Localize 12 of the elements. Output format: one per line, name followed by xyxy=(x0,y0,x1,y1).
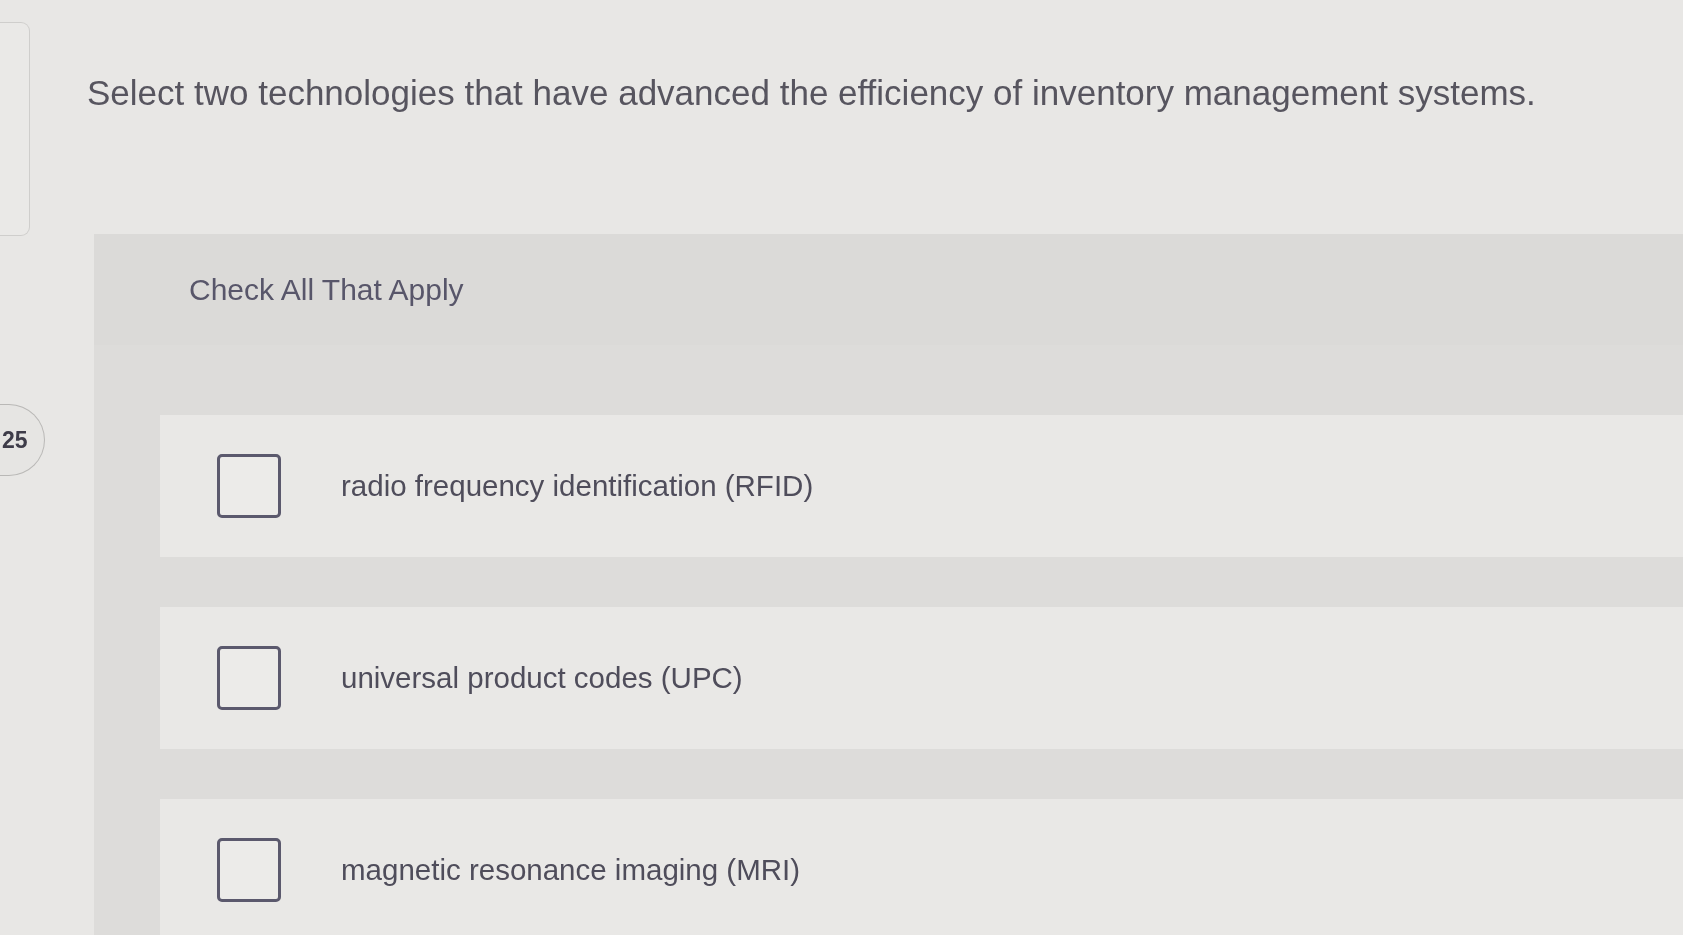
checkbox[interactable] xyxy=(217,838,281,902)
question-number-badge[interactable]: 25 xyxy=(0,404,45,476)
instructions-text: Check All That Apply xyxy=(189,273,464,306)
checkbox[interactable] xyxy=(217,646,281,710)
checkbox[interactable] xyxy=(217,454,281,518)
option-label: universal product codes (UPC) xyxy=(341,660,743,696)
answer-option[interactable]: magnetic resonance imaging (MRI) xyxy=(160,799,1683,935)
option-label: magnetic resonance imaging (MRI) xyxy=(341,852,801,888)
question-text: Select two technologies that have advanced the efficiency of inventory management systems. xyxy=(87,72,1537,114)
option-label: radio frequency identification (RFID) xyxy=(341,468,814,504)
answer-option[interactable]: universal product codes (UPC) xyxy=(160,607,1683,749)
answer-option[interactable]: radio frequency identification (RFID) xyxy=(160,415,1683,557)
